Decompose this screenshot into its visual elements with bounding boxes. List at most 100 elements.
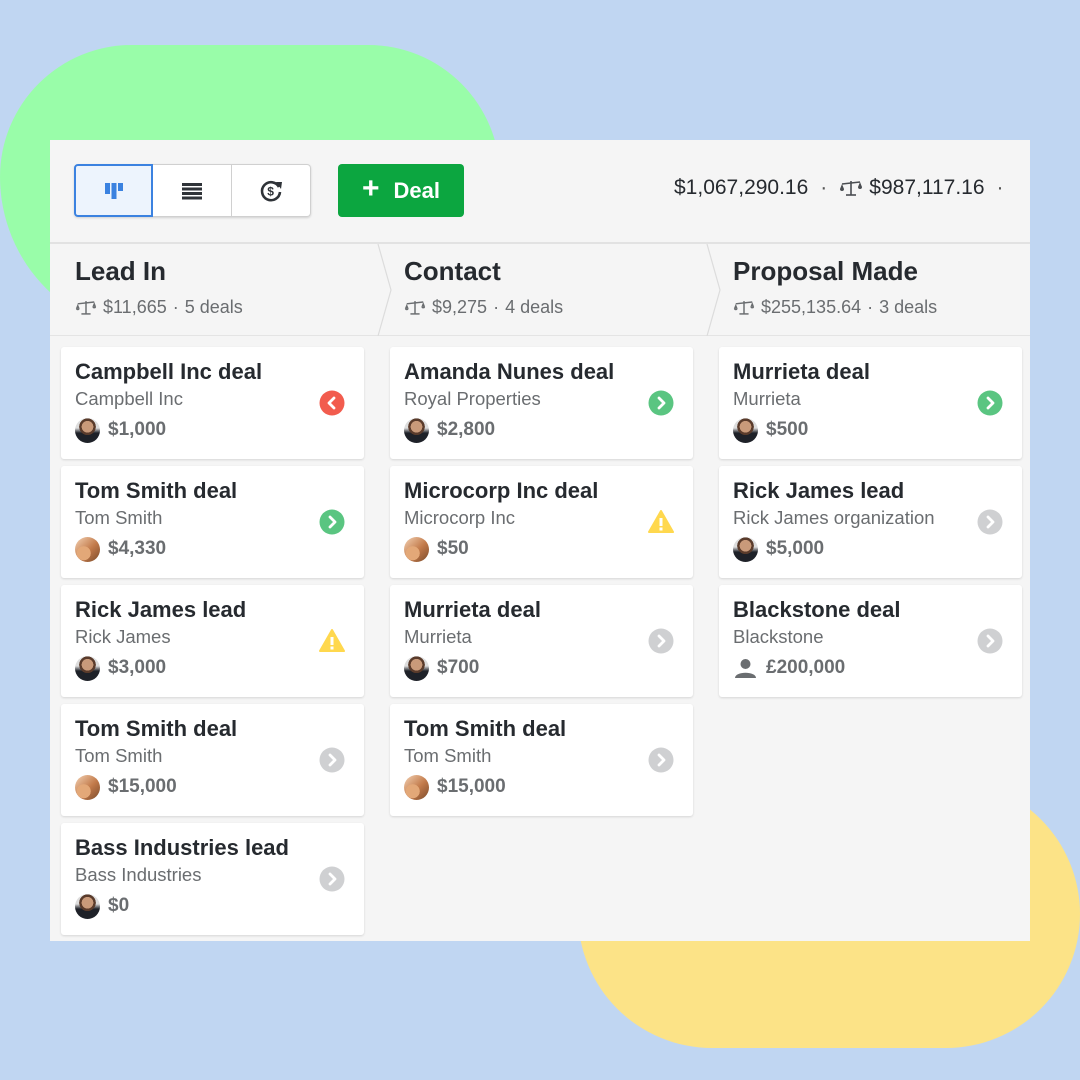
deal-value: $2,800	[437, 419, 496, 441]
no-activity-icon[interactable]	[977, 628, 1003, 654]
deal-organization: Blackstone	[733, 626, 824, 648]
deal-value: $15,000	[108, 776, 177, 798]
owner-avatar[interactable]	[75, 536, 100, 562]
deal-value-row: $700	[404, 655, 679, 681]
list-view-button[interactable]	[153, 164, 232, 217]
owner-avatar[interactable]	[733, 536, 758, 562]
deal-title[interactable]: Blackstone deal	[733, 597, 1008, 623]
deal-value: $50	[437, 538, 469, 560]
deal-card[interactable]: Rick James lead Rick James organization …	[719, 466, 1022, 578]
deal-organization: Rick James	[75, 626, 171, 648]
deal-title[interactable]: Tom Smith deal	[404, 716, 679, 742]
no-activity-icon[interactable]	[977, 509, 1003, 535]
deal-organization: Tom Smith	[404, 745, 492, 767]
list-icon	[182, 182, 202, 199]
no-activity-icon[interactable]	[648, 747, 674, 773]
weighted-scale-icon	[404, 301, 426, 315]
view-switcher: $	[74, 164, 311, 217]
deal-title[interactable]: Murrieta deal	[404, 597, 679, 623]
deal-organization: Royal Properties	[404, 388, 541, 410]
deal-value: $1,000	[108, 419, 167, 441]
deal-title[interactable]: Tom Smith deal	[75, 478, 350, 504]
owner-avatar[interactable]	[75, 893, 100, 919]
owner-avatar[interactable]	[404, 417, 429, 443]
deal-value-row: $15,000	[404, 774, 679, 800]
deal-value-row: $1,000	[75, 417, 350, 443]
no-activity-icon[interactable]	[648, 628, 674, 654]
stage-value: $11,665	[103, 297, 167, 317]
stage-header: Lead In $11,665 · 5 deals	[50, 244, 392, 336]
warning-icon[interactable]	[319, 628, 345, 654]
stage-column: Proposal Made $255,135.64 · 3 deals Murr…	[708, 244, 1030, 941]
separator-dot: ·	[867, 297, 874, 317]
owner-avatar[interactable]	[404, 536, 429, 562]
deal-card[interactable]: Microcorp Inc deal Microcorp Inc $50	[390, 466, 693, 578]
stage-columns: Lead In $11,665 · 5 deals Campbell Inc d…	[50, 244, 1030, 941]
deal-card[interactable]: Rick James lead Rick James $3,000	[61, 585, 364, 697]
stage-deal-count: 3 deals	[879, 297, 938, 317]
deal-organization: Tom Smith	[75, 507, 163, 529]
deal-value-row: $0	[75, 893, 350, 919]
stage-value: $9,275	[432, 297, 488, 317]
pipeline-icon	[104, 182, 123, 199]
owner-avatar[interactable]	[75, 774, 100, 800]
planned-activity-icon[interactable]	[977, 390, 1003, 416]
stage-chevron-divider	[706, 244, 721, 336]
deal-organization: Campbell Inc	[75, 388, 183, 410]
deal-title[interactable]: Bass Industries lead	[75, 835, 350, 861]
deal-value: $15,000	[437, 776, 506, 798]
deal-card[interactable]: Tom Smith deal Tom Smith $15,000	[390, 704, 693, 816]
deal-title[interactable]: Tom Smith deal	[75, 716, 350, 742]
owner-avatar[interactable]	[75, 417, 100, 443]
deal-title[interactable]: Microcorp Inc deal	[404, 478, 679, 504]
deal-card[interactable]: Tom Smith deal Tom Smith $15,000	[61, 704, 364, 816]
weighted-scale-icon	[840, 181, 863, 196]
stage-value: $255,135.64	[761, 297, 862, 317]
pipeline-view-button[interactable]	[74, 164, 153, 217]
deal-list: Murrieta deal Murrieta $500 Rick James l…	[708, 336, 1030, 697]
stage-summary: $9,275 · 4 deals	[404, 297, 708, 318]
deal-title[interactable]: Campbell Inc deal	[75, 359, 350, 385]
stage-chevron-divider	[377, 244, 392, 336]
pipeline-panel: $ + Deal $1,067,290.16 · $987,117.16 · L…	[50, 140, 1030, 941]
deal-title[interactable]: Murrieta deal	[733, 359, 1008, 385]
separator-dot: ·	[996, 176, 1004, 199]
planned-activity-icon[interactable]	[319, 509, 345, 535]
owner-avatar[interactable]	[75, 655, 100, 681]
deal-card[interactable]: Murrieta deal Murrieta $700	[390, 585, 693, 697]
owner-avatar[interactable]	[733, 417, 758, 443]
deal-value: $5,000	[766, 538, 825, 560]
pipeline-totals: $1,067,290.16 · $987,117.16 ·	[674, 176, 1004, 200]
deal-card[interactable]: Campbell Inc deal Campbell Inc $1,000	[61, 347, 364, 459]
deal-value-row: $3,000	[75, 655, 350, 681]
deal-organization: Rick James organization	[733, 507, 935, 529]
deal-card[interactable]: Bass Industries lead Bass Industries $0	[61, 823, 364, 935]
deal-card[interactable]: Tom Smith deal Tom Smith $4,330	[61, 466, 364, 578]
deal-value: $500	[766, 419, 809, 441]
overdue-activity-icon[interactable]	[319, 390, 345, 416]
toolbar: $ + Deal $1,067,290.16 · $987,117.16 ·	[50, 140, 1030, 244]
deal-value: $700	[437, 657, 480, 679]
planned-activity-icon[interactable]	[648, 390, 674, 416]
forecast-view-button[interactable]: $	[232, 164, 311, 217]
deal-value: $4,330	[108, 538, 167, 560]
stage-header: Proposal Made $255,135.64 · 3 deals	[708, 244, 1030, 336]
deal-title[interactable]: Rick James lead	[733, 478, 1008, 504]
weighted-scale-icon	[75, 301, 97, 315]
separator-dot: ·	[493, 297, 500, 317]
no-activity-icon[interactable]	[319, 747, 345, 773]
deal-organization: Bass Industries	[75, 864, 202, 886]
deal-title[interactable]: Amanda Nunes deal	[404, 359, 679, 385]
deal-card[interactable]: Blackstone deal Blackstone £200,000	[719, 585, 1022, 697]
stage-title: Contact	[404, 256, 501, 286]
stage-summary: $255,135.64 · 3 deals	[733, 297, 1030, 318]
deal-card[interactable]: Amanda Nunes deal Royal Properties $2,80…	[390, 347, 693, 459]
owner-avatar[interactable]	[404, 655, 429, 681]
warning-icon[interactable]	[648, 509, 674, 535]
deal-card[interactable]: Murrieta deal Murrieta $500	[719, 347, 1022, 459]
owner-avatar[interactable]	[404, 774, 429, 800]
no-activity-icon[interactable]	[319, 866, 345, 892]
deal-title[interactable]: Rick James lead	[75, 597, 350, 623]
deal-value-row: $5,000	[733, 536, 1008, 562]
add-deal-button[interactable]: + Deal	[338, 164, 464, 217]
